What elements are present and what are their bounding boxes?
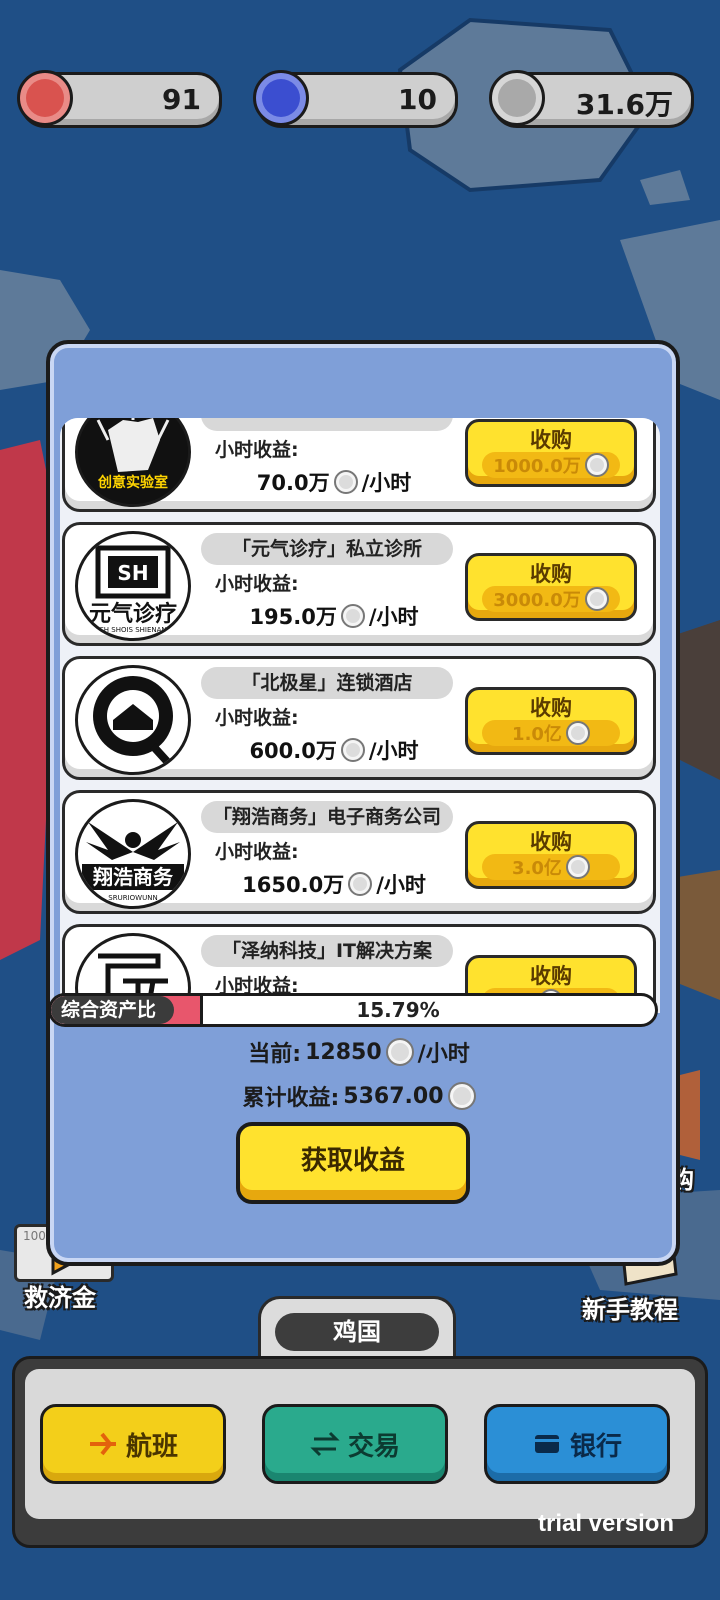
eagle-wings-icon [86,822,180,860]
company-card: 翔浩商务 SRURIOWUNN 「翔浩商务」电子商务公司 小时收益: 1650.… [62,790,656,914]
hourly-income-value: 195.0万 [249,605,337,629]
silver-coin-icon [584,587,609,611]
company-name: 「翔浩商务」电子商务公司 [201,801,453,833]
acquire-button-label: 收购 [530,696,572,720]
silver-coin-icon [340,738,365,762]
trade-label: 交易 [347,1431,400,1462]
asset-ratio-bar: 综合资产比 15.79% [48,993,658,1027]
hourly-income-unit: /小时 [361,471,412,495]
bank-label: 银行 [569,1431,622,1462]
trade-button[interactable]: 交易 [262,1404,448,1484]
silver-coin-icon [385,1038,414,1066]
acquire-price: 3000.0万 [482,586,620,612]
silver-coin-icon [565,855,590,879]
relief-fund-label: 救济金 [24,1284,96,1312]
acquire-price-value: 1000.0万 [493,456,581,477]
tutorial-label[interactable]: 新手教程 [582,1290,678,1325]
bank-button[interactable]: 银行 [484,1404,670,1484]
acquire-button-label: 收购 [530,428,572,452]
country-name: 鸡国 [275,1313,439,1351]
hourly-income: 600.0万 /小时 [215,735,453,765]
silver-coin-icon [565,721,590,745]
acquire-button[interactable]: 收购 1000.0万 [465,419,637,487]
current-income-value: 12850 [305,1039,382,1065]
currency-red: 91 [17,70,222,128]
silver-coin-icon [333,470,358,494]
silver-coin-icon [348,872,373,896]
exchange-icon [310,1431,340,1457]
hourly-income-unit: /小时 [368,739,419,763]
acquire-button-label: 收购 [530,964,572,988]
acquire-button-label: 收购 [530,830,572,854]
flights-label: 航班 [125,1431,178,1462]
currency-red-value: 91 [162,83,201,116]
company-name: 「泽纳科技」IT解决方案 [201,935,453,967]
silver-coin-icon [447,1082,476,1110]
currency-blue-value: 10 [398,83,437,116]
company-logo: SH 元气诊疗 ACH SHOIS SHIENANU [75,531,191,641]
company-card: 创意实验室 小时收益: 70.0万 /小时 收购 1000.0万 [62,418,656,512]
company-logo-text: 元气诊疗 [88,602,177,627]
company-logo: 翔浩商务 SRURIOWUNN [75,799,191,909]
acquire-price-value: 3000.0万 [493,590,581,611]
blue-gem-coin-icon [253,70,309,126]
acquire-price: 1000.0万 [482,452,620,478]
hourly-income-value: 600.0万 [249,739,337,763]
asset-ratio-percent: 15.79% [356,998,440,1022]
silver-coin-icon [489,70,545,126]
company-name [201,418,453,431]
silver-coin-icon [340,604,365,628]
company-card: SH 元气诊疗 ACH SHOIS SHIENANU 「元气诊疗」私立诊所 小时… [62,522,656,646]
hourly-income-label: 小时收益: [215,707,299,729]
collect-income-button[interactable]: 获取收益 [236,1122,470,1204]
hourly-income: 1650.0万 /小时 [215,869,453,899]
company-logo-subtext: SRURIOWUNN [108,894,158,902]
svg-text:SH: SH [117,561,148,585]
current-income-label: 当前: [248,1042,302,1067]
hourly-income: 70.0万 /小时 [215,467,453,497]
hourly-income-value: 1650.0万 [242,873,345,897]
silver-coin-icon [584,453,609,477]
hourly-income-label: 小时收益: [215,573,299,595]
cumulative-income-label: 累计收益: [242,1086,340,1111]
acquire-button-label: 收购 [530,562,572,586]
company-name: 「北极星」连锁酒店 [201,667,453,699]
acquire-button[interactable]: 收购 1.0亿 [465,687,637,755]
company-card: 「北极星」连锁酒店 小时收益: 600.0万 /小时 收购 1.0亿 [62,656,656,780]
company-logo [75,665,191,775]
acquire-price-value: 3.0亿 [512,858,562,879]
hourly-income-label: 小时收益: [215,439,299,461]
company-logo-text: 翔浩商务 [82,864,184,890]
wallet-icon [534,1435,559,1453]
hourly-income-unit: /小时 [368,605,419,629]
hourly-income-unit: /小时 [376,873,426,897]
company-list[interactable]: 创意实验室 小时收益: 70.0万 /小时 收购 1000.0万 SH 元气诊疗… [60,418,660,1013]
hotel-pin-icon [93,676,176,771]
acquire-price-value: 1.0亿 [512,724,562,745]
hourly-income-label: 小时收益: [215,841,299,863]
cumulative-income-value: 5367.00 [343,1083,444,1109]
current-income: 当前: 12850 /小时 [46,1036,672,1068]
currency-blue: 10 [253,70,458,128]
acquire-button[interactable]: 收购 3.0亿 [465,821,637,889]
currency-silver: 31.6万 [489,70,694,128]
cumulative-income: 累计收益: 5367.00 [46,1080,672,1112]
acquire-price: 3.0亿 [482,854,620,880]
airplane-icon [89,1432,116,1456]
acquire-button[interactable]: 收购 3000.0万 [465,553,637,621]
current-income-unit: /小时 [417,1042,470,1067]
company-name: 「元气诊疗」私立诊所 [201,533,453,565]
hourly-income: 195.0万 /小时 [215,601,453,631]
flights-button[interactable]: 航班 [40,1404,226,1484]
company-logo-subtext: ACH SHOIS SHIENANU [94,626,172,634]
trial-version-watermark: trial version [538,1510,675,1537]
currency-silver-value: 31.6万 [575,88,673,121]
company-logo-text: 创意实验室 [98,475,168,491]
acquire-price: 1.0亿 [482,720,620,746]
rabbit-red-coin-icon [17,70,73,126]
hourly-income-value: 70.0万 [256,471,330,495]
company-logo: 创意实验室 [75,418,191,507]
